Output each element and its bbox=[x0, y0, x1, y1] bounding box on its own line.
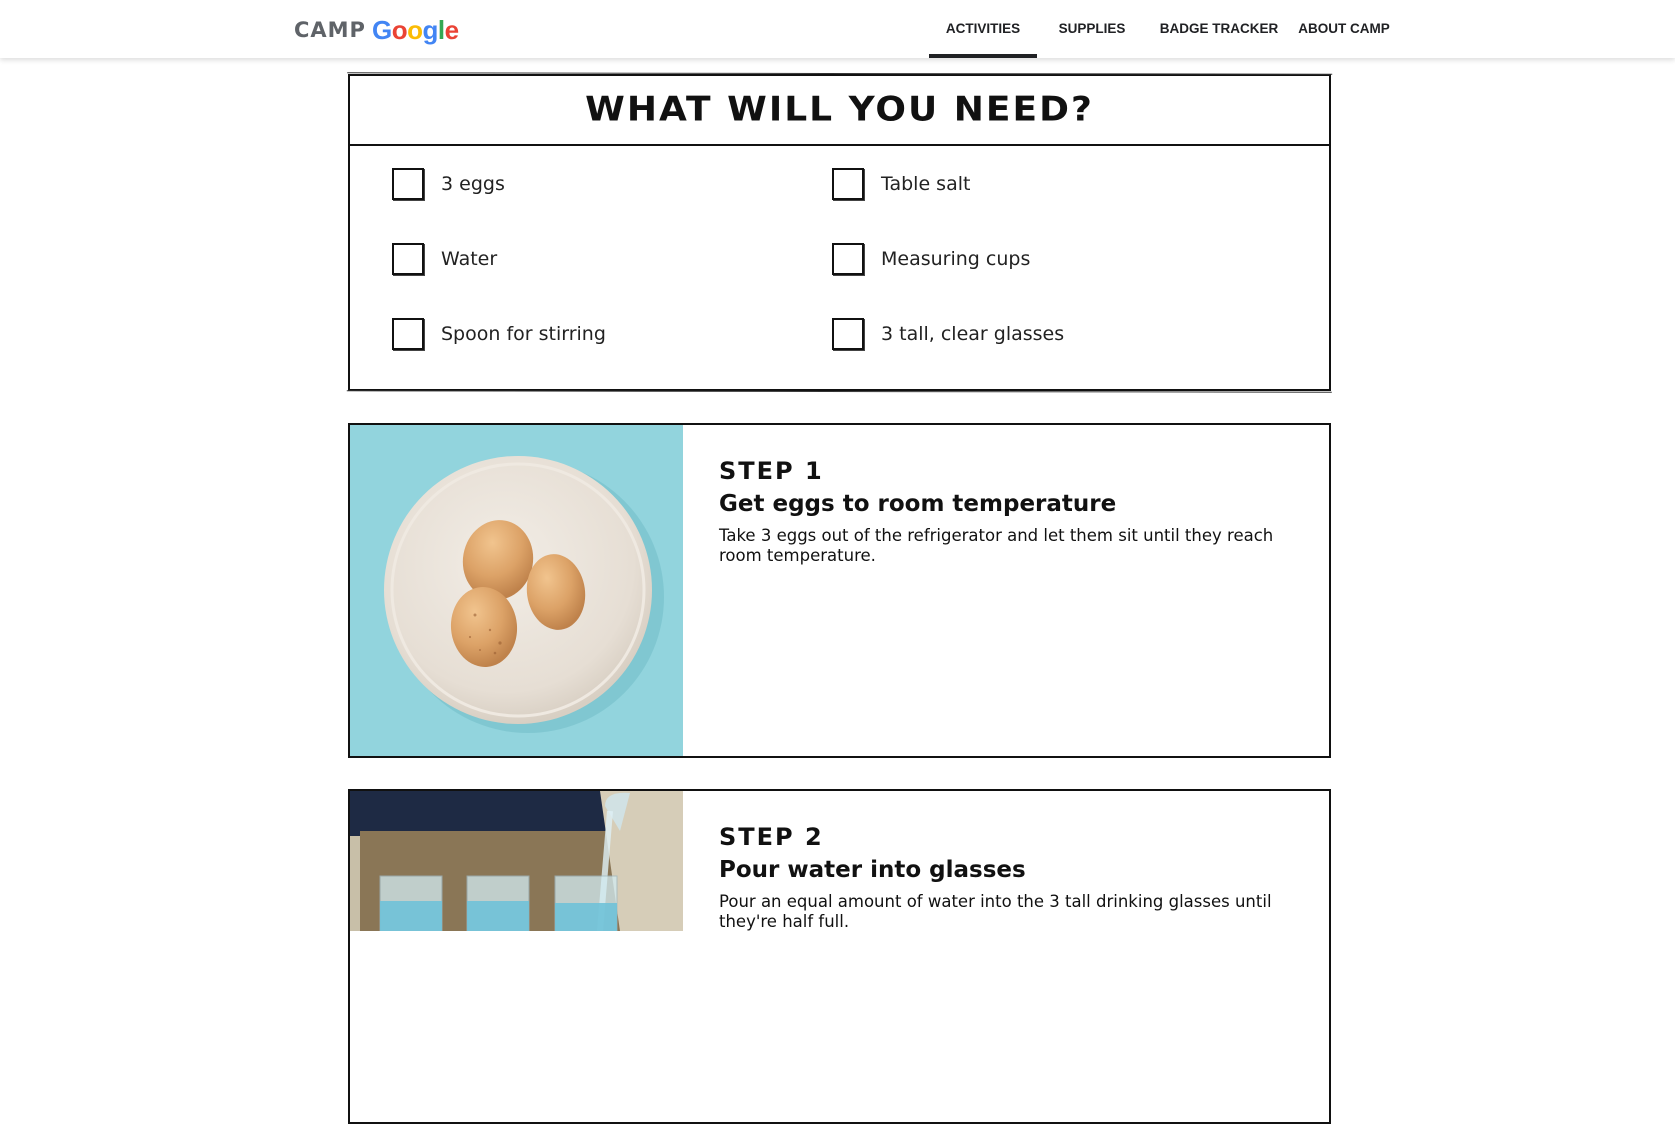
checklist-item-label: Water bbox=[441, 248, 498, 270]
checklist-item-label: Table salt bbox=[881, 173, 971, 195]
supplies-checklist-card: What will you need? 3 eggs Table salt Wa… bbox=[348, 74, 1331, 391]
nav-badge-tracker[interactable]: BADGE TRACKER bbox=[1144, 0, 1294, 58]
checklist-item-label: 3 tall, clear glasses bbox=[881, 323, 1065, 345]
logo-letter: G bbox=[371, 14, 392, 45]
checkbox[interactable] bbox=[832, 318, 864, 350]
nav-about-camp[interactable]: ABOUT CAMP bbox=[1285, 0, 1403, 58]
step-title: Get eggs to room temperature bbox=[719, 491, 1117, 517]
logo-google-word: Google bbox=[372, 15, 459, 46]
step-content: Step 1 Get eggs to room temperature Take… bbox=[719, 457, 1279, 566]
logo-letter: e bbox=[444, 14, 459, 45]
checkbox[interactable] bbox=[832, 168, 864, 200]
nav-activities[interactable]: ACTIVITIES bbox=[929, 0, 1037, 58]
checklist-item: 3 eggs bbox=[392, 166, 505, 202]
checklist-item-label: 3 eggs bbox=[441, 173, 505, 195]
checklist-item: Water bbox=[392, 241, 497, 277]
step-title: Pour water into glasses bbox=[719, 857, 1026, 883]
step-description: Take 3 eggs out of the refrigerator and … bbox=[719, 526, 1274, 565]
step-number: Step 2 bbox=[719, 823, 824, 851]
checklist-item: 3 tall, clear glasses bbox=[832, 316, 1064, 352]
step-description: Pour an equal amount of water into the 3… bbox=[719, 892, 1272, 931]
nav-supplies[interactable]: SUPPLIES bbox=[1043, 0, 1141, 58]
checkbox[interactable] bbox=[392, 168, 424, 200]
top-navigation-bar: CAMP Google ACTIVITIES SUPPLIES BADGE TR… bbox=[0, 0, 1675, 58]
checklist-item-label: Measuring cups bbox=[881, 248, 1031, 270]
step-number: Step 1 bbox=[719, 457, 824, 485]
checklist-item-label: Spoon for stirring bbox=[441, 323, 606, 345]
logo-letter: o bbox=[391, 14, 408, 45]
checklist-header: What will you need? bbox=[350, 76, 1329, 146]
logo-letter: l bbox=[437, 14, 445, 45]
checklist-item: Spoon for stirring bbox=[392, 316, 606, 352]
step-photo-eggs bbox=[350, 425, 683, 756]
step-card: Step 1 Get eggs to room temperature Take… bbox=[348, 423, 1331, 758]
checklist-title: What will you need? bbox=[585, 90, 1094, 129]
step-photo-water-glasses bbox=[350, 791, 683, 1122]
step-content: Step 2 Pour water into glasses Pour an e… bbox=[719, 823, 1279, 932]
checkbox[interactable] bbox=[392, 243, 424, 275]
checklist-item: Table salt bbox=[832, 166, 970, 202]
camp-google-logo[interactable]: CAMP Google bbox=[294, 14, 459, 46]
logo-camp-word: CAMP bbox=[294, 18, 366, 42]
checkbox[interactable] bbox=[392, 318, 424, 350]
checkbox[interactable] bbox=[832, 243, 864, 275]
checklist-item: Measuring cups bbox=[832, 241, 1030, 277]
step-card: Step 2 Pour water into glasses Pour an e… bbox=[348, 789, 1331, 1124]
logo-letter: g bbox=[422, 14, 438, 45]
logo-letter: o bbox=[407, 14, 423, 45]
